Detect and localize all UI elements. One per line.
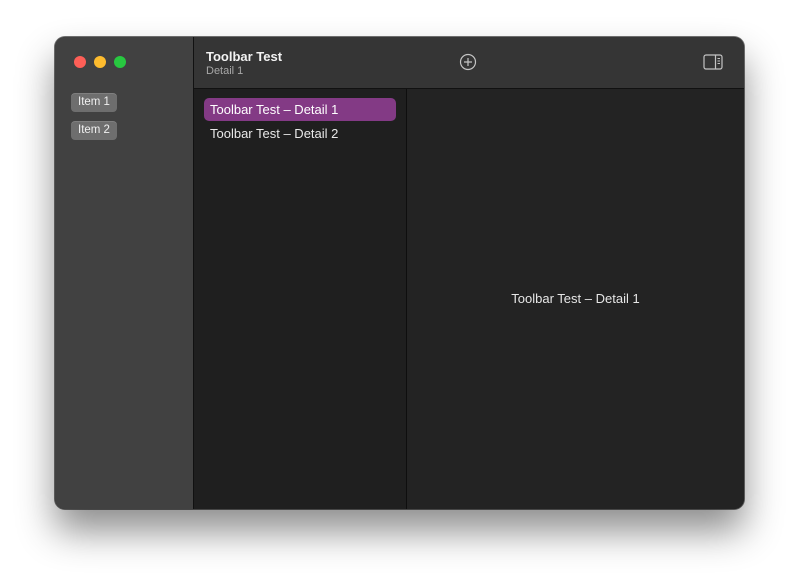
add-button[interactable] bbox=[459, 53, 477, 71]
window-subtitle: Detail 1 bbox=[206, 65, 244, 77]
minimize-window-button[interactable] bbox=[94, 56, 106, 68]
detail-content-text: Toolbar Test – Detail 1 bbox=[511, 291, 640, 306]
sidebar-right-icon bbox=[703, 54, 723, 70]
list-item-detail-2[interactable]: Toolbar Test – Detail 2 bbox=[204, 122, 396, 145]
list-item-detail-1[interactable]: Toolbar Test – Detail 1 bbox=[204, 98, 396, 121]
toggle-inspector-button[interactable] bbox=[703, 54, 723, 70]
window-title: Toolbar Test bbox=[206, 49, 283, 64]
app-window: Item 1 Item 2 Toolbar Test Detail 1 Tool… bbox=[55, 37, 744, 509]
window-controls bbox=[74, 56, 126, 68]
close-window-button[interactable] bbox=[74, 56, 86, 68]
plus-circle-icon bbox=[459, 53, 477, 71]
zoom-window-button[interactable] bbox=[114, 56, 126, 68]
detail-pane: Toolbar Test – Detail 1 bbox=[407, 89, 744, 509]
detail-list: Toolbar Test – Detail 1 Toolbar Test – D… bbox=[194, 89, 407, 509]
sidebar: Item 1 Item 2 bbox=[55, 37, 194, 509]
sidebar-item-2-button[interactable]: Item 2 bbox=[71, 121, 117, 140]
toolbar: Toolbar Test Detail 1 bbox=[194, 37, 744, 89]
sidebar-item-1-button[interactable]: Item 1 bbox=[71, 93, 117, 112]
desktop-background: Item 1 Item 2 Toolbar Test Detail 1 Tool… bbox=[0, 0, 799, 583]
